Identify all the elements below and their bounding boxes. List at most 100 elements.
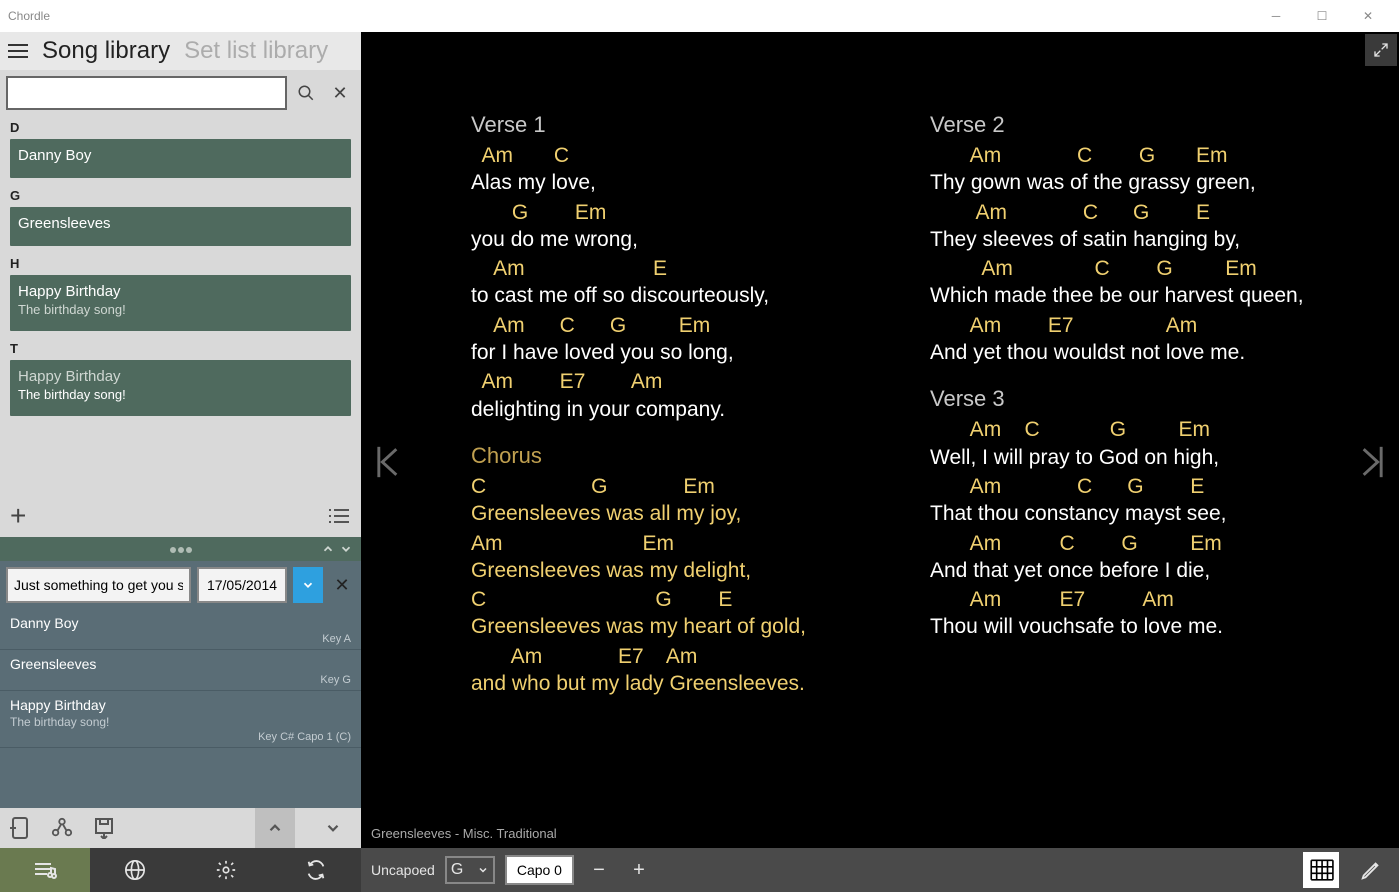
capo-input[interactable]: Capo 0 (505, 855, 574, 885)
share-icon[interactable] (50, 816, 74, 840)
lyric-line: delighting in your company. (471, 396, 870, 423)
lyric-line: That thou constancy mayst see, (930, 500, 1329, 527)
key-value: G (451, 861, 463, 879)
nav-sync-icon[interactable] (271, 848, 361, 892)
search-clear-icon[interactable]: ✕ (325, 76, 355, 110)
section-head: D (0, 116, 361, 137)
song-column-2: Verse 2 Am C G EmThy gown was of the gra… (930, 112, 1329, 798)
setlist-item-title: Greensleeves (10, 656, 351, 672)
setlist-item-key: Key C# Capo 1 (C) (10, 731, 351, 743)
setlist-close-icon[interactable]: ✕ (329, 567, 355, 603)
chord-line: Am E7 Am (471, 368, 870, 395)
tab-song-library[interactable]: Song library (42, 37, 170, 65)
search-icon[interactable] (291, 76, 321, 110)
chord-line: Am C G E (930, 199, 1329, 226)
section-head: G (0, 184, 361, 205)
main: Song library Set list library ✕ D Danny … (0, 32, 1399, 892)
lyric-line: Greensleeves was my delight, (471, 557, 870, 584)
sidebar: Song library Set list library ✕ D Danny … (0, 32, 361, 892)
chord-line: Am E7 Am (471, 643, 870, 670)
nav-web-icon[interactable] (90, 848, 180, 892)
setlist-item-key: Key A (10, 633, 351, 645)
song-subtitle: The birthday song! (18, 387, 343, 402)
setlist-chevrons[interactable] (321, 542, 353, 556)
chord-line: Am C G Em (930, 530, 1329, 557)
setlist-item[interactable]: Danny Boy Key A (0, 609, 361, 650)
window-title: Chordle (8, 9, 1253, 23)
setlist-item-title: Happy Birthday (10, 697, 351, 713)
section-head: H (0, 252, 361, 273)
section-name: Verse 3 (930, 386, 1329, 412)
prev-song-button[interactable] (369, 440, 405, 484)
song-item-happy-birthday-2[interactable]: Happy Birthday The birthday song! (10, 360, 351, 416)
lyric-line: to cast me off so discourteously, (471, 282, 870, 309)
nav-settings-icon[interactable] (181, 848, 271, 892)
save-icon[interactable] (92, 816, 116, 840)
add-row: + (0, 495, 361, 537)
sidebar-header: Song library Set list library (0, 32, 361, 70)
close-button[interactable]: ✕ (1345, 0, 1391, 32)
device-icon[interactable] (8, 816, 32, 840)
nav-songs-icon[interactable] (0, 848, 90, 892)
song-column-1: Verse 1 Am CAlas my love, G Emyou do me … (471, 112, 870, 798)
song-item-danny-boy[interactable]: Danny Boy (10, 139, 351, 178)
lyric-line: Thou will vouchsafe to love me. (930, 613, 1329, 640)
song-list[interactable]: D Danny Boy G Greensleeves H Happy Birth… (0, 116, 361, 495)
search-row: ✕ (0, 70, 361, 116)
setlist-name-input[interactable] (6, 567, 191, 603)
sidebar-tabs: Song library Set list library (42, 37, 328, 65)
setlist-date-input[interactable] (197, 567, 287, 603)
section-name: Verse 2 (930, 112, 1329, 138)
chord-line: Am Em (471, 530, 870, 557)
setlist-items: Danny Boy Key A Greensleeves Key G Happy… (0, 609, 361, 748)
chord-line: C G Em (471, 473, 870, 500)
song-item-happy-birthday[interactable]: Happy Birthday The birthday song! (10, 275, 351, 331)
list-view-icon[interactable] (327, 507, 351, 525)
setlist-item[interactable]: Greensleeves Key G (0, 650, 361, 691)
expand-icon[interactable] (1365, 34, 1397, 66)
minimize-button[interactable]: ─ (1253, 0, 1299, 32)
lyric-line: for I have loved you so long, (471, 339, 870, 366)
drag-dots-icon (169, 540, 193, 558)
lyric-line: you do me wrong, (471, 226, 870, 253)
setlist-dropdown-button[interactable] (293, 567, 323, 603)
move-down-button[interactable] (313, 808, 353, 848)
chord-line: Am C G Em (930, 416, 1329, 443)
lyric-line: And yet thou wouldst not love me. (930, 339, 1329, 366)
capo-minus-button[interactable]: − (584, 855, 614, 885)
chord-grid-icon[interactable] (1303, 852, 1339, 888)
chord-line: Am C G Em (471, 312, 870, 339)
song-title: Happy Birthday (18, 368, 343, 385)
setlist-edit-row: ✕ (0, 561, 361, 609)
song-item-greensleeves[interactable]: Greensleeves (10, 207, 351, 246)
section-head: T (0, 337, 361, 358)
song-title: Happy Birthday (18, 283, 343, 300)
lyric-line: Greensleeves was my heart of gold, (471, 613, 870, 640)
next-song-button[interactable] (1355, 440, 1391, 484)
chord-line: Am C G Em (930, 255, 1329, 282)
chord-line: Am E7 Am (930, 586, 1329, 613)
chord-line: Am C G E (930, 473, 1329, 500)
key-select[interactable]: G (445, 856, 495, 884)
song-content: Verse 1 Am CAlas my love, G Emyou do me … (361, 32, 1399, 818)
lyric-line: and who but my lady Greensleeves. (471, 670, 870, 697)
add-song-button[interactable]: + (10, 500, 26, 532)
song-viewer: Verse 1 Am CAlas my love, G Emyou do me … (361, 32, 1399, 892)
capo-plus-button[interactable]: + (624, 855, 654, 885)
lyric-line: Which made thee be our harvest queen, (930, 282, 1329, 309)
search-input[interactable] (6, 76, 287, 110)
chord-line: Am E7 Am (930, 312, 1329, 339)
setlist-item-sub: The birthday song! (10, 715, 351, 729)
song-subtitle: The birthday song! (18, 302, 343, 317)
lyric-line: Thy gown was of the grassy green, (930, 169, 1329, 196)
tab-setlist-library[interactable]: Set list library (184, 37, 328, 65)
maximize-button[interactable]: ☐ (1299, 0, 1345, 32)
setlist-handle[interactable] (0, 537, 361, 561)
setlist-item[interactable]: Happy Birthday The birthday song! Key C#… (0, 691, 361, 748)
move-up-button[interactable] (255, 808, 295, 848)
sidebar-bottom-nav (0, 848, 361, 892)
edit-icon[interactable] (1353, 852, 1389, 888)
titlebar: Chordle ─ ☐ ✕ (0, 0, 1399, 32)
chord-line: Am C G Em (930, 142, 1329, 169)
hamburger-icon[interactable] (6, 39, 30, 63)
